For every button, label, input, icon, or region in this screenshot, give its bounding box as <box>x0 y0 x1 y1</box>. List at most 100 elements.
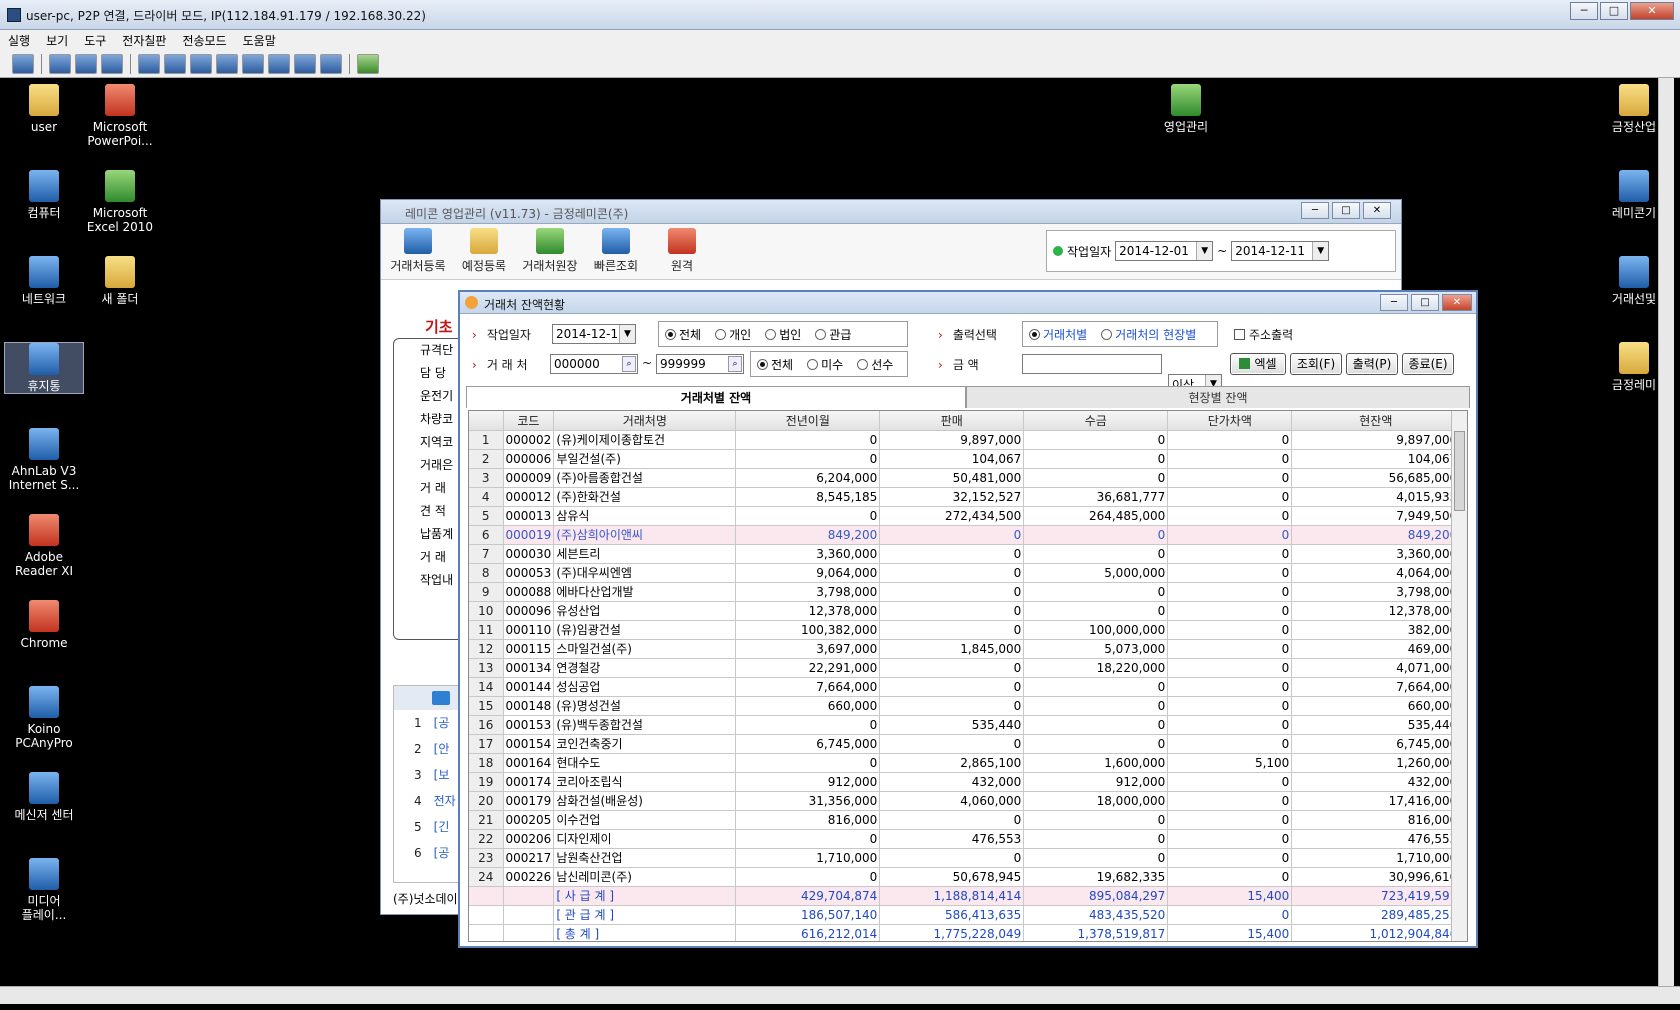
notice-item[interactable]: 1 [공 <box>394 710 463 736</box>
search-icon[interactable]: ⌕ <box>622 356 636 372</box>
desktop-shortcut[interactable]: 메신저 센터 <box>4 772 84 822</box>
app-close-button[interactable]: ✕ <box>1363 202 1391 219</box>
tool-4[interactable]: 원격 <box>649 228 715 274</box>
desktop-shortcut[interactable]: user <box>4 84 84 134</box>
partner-from-input[interactable]: 000000 ⌕ <box>550 354 638 374</box>
dialog-maximize-button[interactable]: □ <box>1411 294 1439 311</box>
toolbar-icon-4[interactable] <box>101 53 123 74</box>
column-header[interactable]: 수금 <box>1023 411 1169 431</box>
table-row[interactable]: 22 000206 디자인제이 0 476,553 0 0 476,553 <box>469 829 1461 849</box>
table-row[interactable]: 11 000110 (유)임광건설 100,382,000 0 100,000,000 0 3… <box>469 620 1461 640</box>
base-menu-item[interactable]: 지역코 <box>394 431 463 454</box>
table-row[interactable]: 4 000012 (주)한화건설 8,545,185 32,152,527 36,681,… <box>469 487 1461 507</box>
amount-input[interactable] <box>1022 354 1162 374</box>
toolbar-icon-13[interactable] <box>357 53 379 74</box>
table-row[interactable]: 13 000134 연경철강 22,291,000 0 18,220,000 0 4,071,… <box>469 658 1461 678</box>
date-to-combo[interactable]: 2014-12-11 ▼ <box>1231 241 1330 261</box>
remote-horizontal-scrollbar[interactable] <box>0 986 1680 1004</box>
address-output-checkbox[interactable]: 주소출력 <box>1234 326 1293 343</box>
menu-item-2[interactable]: 도구 <box>84 32 106 49</box>
toolbar-icon-12[interactable] <box>320 53 342 74</box>
table-row[interactable]: 16 000153 (유)백두종합건설 0 535,440 0 0 535,440 <box>469 715 1461 735</box>
toolbar-icon-7[interactable] <box>190 53 212 74</box>
radio-option[interactable]: 전체 <box>665 326 701 343</box>
base-menu-item[interactable]: 납품계 <box>394 523 463 546</box>
close-button[interactable]: ✕ <box>1630 2 1674 20</box>
radio-option[interactable]: 거래처의 현장별 <box>1101 326 1196 343</box>
table-row[interactable]: 12 000115 스마일건설(주) 3,697,000 1,845,000 5,073,… <box>469 639 1461 659</box>
desktop-shortcut[interactable]: 휴지통 <box>4 342 84 394</box>
minimize-button[interactable]: ─ <box>1570 2 1598 20</box>
app-maximize-button[interactable]: □ <box>1332 202 1360 219</box>
grid-scrollbar[interactable] <box>1451 411 1467 941</box>
tool-3[interactable]: 빠른조회 <box>583 228 649 274</box>
table-row[interactable]: 18 000164 현대수도 0 2,865,100 1,600,000 5,100 1,26… <box>469 753 1461 773</box>
desktop-shortcut[interactable]: Koino PCAnyPro <box>4 686 84 750</box>
table-row[interactable]: 24 000226 남신레미콘(주) 0 50,678,945 19,682,335 0 30… <box>469 867 1461 887</box>
table-row[interactable]: 23 000217 남원축산건업 1,710,000 0 0 0 1,710,000 <box>469 848 1461 868</box>
base-menu-item[interactable]: 거래은 <box>394 454 463 477</box>
desktop-shortcut[interactable]: AhnLab V3 Internet S... <box>4 428 84 492</box>
radio-option[interactable]: 거래처별 <box>1029 326 1087 343</box>
table-row[interactable]: 19 000174 코리아조립식 912,000 432,000 912,000 0 432,… <box>469 772 1461 792</box>
toolbar-icon-5[interactable] <box>138 53 160 74</box>
base-menu-item[interactable]: 거 래 <box>394 546 463 569</box>
work-date-combo[interactable]: 2014-12-11 ▼ <box>552 324 636 344</box>
radio-option[interactable]: 법인 <box>765 326 801 343</box>
table-row[interactable]: 8 000053 (주)대우씨엔엠 9,064,000 0 5,000,000 0 4,064… <box>469 563 1461 583</box>
table-row[interactable]: 5 000013 삼유식 0 272,434,500 264,485,000 0 7,949,… <box>469 506 1461 526</box>
grid-scrollbar-thumb[interactable] <box>1454 431 1465 511</box>
notice-item[interactable]: 3 [보 <box>394 762 463 788</box>
desktop-shortcut[interactable]: 영업관리 <box>1146 84 1226 134</box>
radio-option[interactable]: 선수 <box>857 356 893 373</box>
partner-to-input[interactable]: 999999 ⌕ <box>656 354 744 374</box>
table-row[interactable]: 21 000205 이수건업 816,000 0 0 0 816,000 <box>469 810 1461 830</box>
base-menu-item[interactable]: 규격단 <box>394 339 463 362</box>
table-row[interactable]: 1 000002 (유)케이제이종합토건 0 9,897,000 0 0 9,897,000 <box>469 430 1461 450</box>
table-row[interactable]: 14 000144 성심공업 7,664,000 0 0 0 7,664,000 <box>469 677 1461 697</box>
tab-site-balance[interactable]: 현장별 잔액 <box>966 386 1470 408</box>
column-header[interactable]: 판매 <box>879 411 1025 431</box>
date-from-combo[interactable]: 2014-12-01 ▼ <box>1115 241 1214 261</box>
exit-button[interactable]: 종료(E) <box>1402 353 1454 375</box>
desktop-shortcut[interactable]: Chrome <box>4 600 84 650</box>
toolbar-icon-8[interactable] <box>216 53 238 74</box>
desktop-shortcut[interactable]: 컴퓨터 <box>4 170 84 220</box>
base-menu-item[interactable]: 차량코 <box>394 408 463 431</box>
tool-1[interactable]: 예정등록 <box>451 228 517 274</box>
radio-option[interactable]: 관급 <box>815 326 851 343</box>
dialog-close-button[interactable]: ✕ <box>1442 294 1472 311</box>
base-menu-item[interactable]: 거 래 <box>394 477 463 500</box>
radio-option[interactable]: 미수 <box>807 356 843 373</box>
desktop-shortcut[interactable]: Adobe Reader XI <box>4 514 84 578</box>
notice-item[interactable]: 6 [공 <box>394 840 463 866</box>
column-header[interactable]: 단가차액 <box>1167 411 1293 431</box>
table-row[interactable]: 6 000019 (주)삼희아이앤씨 849,200 0 0 0 849,200 <box>469 525 1461 545</box>
toolbar-icon-1[interactable] <box>12 53 34 74</box>
excel-button[interactable]: 엑셀 <box>1230 353 1286 375</box>
desktop-shortcut[interactable]: 네트워크 <box>4 256 84 306</box>
toolbar-icon-3[interactable] <box>75 53 97 74</box>
menu-item-1[interactable]: 보기 <box>46 32 68 49</box>
menu-item-3[interactable]: 전자칠판 <box>122 32 166 49</box>
column-header[interactable]: 코드 <box>503 411 555 431</box>
dialog-minimize-button[interactable]: ─ <box>1380 294 1408 311</box>
notice-item[interactable]: 2 [안 <box>394 736 463 762</box>
query-button[interactable]: 조회(F) <box>1290 353 1342 375</box>
search-icon[interactable]: ⌕ <box>728 356 742 372</box>
table-row[interactable]: 9 000088 에바다산업개발 3,798,000 0 0 0 3,798,000 <box>469 582 1461 602</box>
toolbar-icon-10[interactable] <box>268 53 290 74</box>
maximize-button[interactable]: □ <box>1600 2 1628 20</box>
table-row[interactable]: 10 000096 유성산업 12,378,000 0 0 0 12,378,000 <box>469 601 1461 621</box>
toolbar-icon-9[interactable] <box>242 53 264 74</box>
base-menu-item[interactable]: 담 당 <box>394 362 463 385</box>
base-menu-item[interactable]: 운전기 <box>394 385 463 408</box>
menu-item-0[interactable]: 실행 <box>8 32 30 49</box>
menu-item-5[interactable]: 도움말 <box>243 32 276 49</box>
app-minimize-button[interactable]: ─ <box>1301 202 1329 219</box>
base-menu-item[interactable]: 작업내 <box>394 569 463 592</box>
radio-option[interactable]: 개인 <box>715 326 751 343</box>
tool-2[interactable]: 거래처원장 <box>517 228 583 274</box>
table-row[interactable]: 7 000030 세븐트리 3,360,000 0 0 0 3,360,000 <box>469 544 1461 564</box>
column-header[interactable]: 현잔액 <box>1291 411 1461 431</box>
